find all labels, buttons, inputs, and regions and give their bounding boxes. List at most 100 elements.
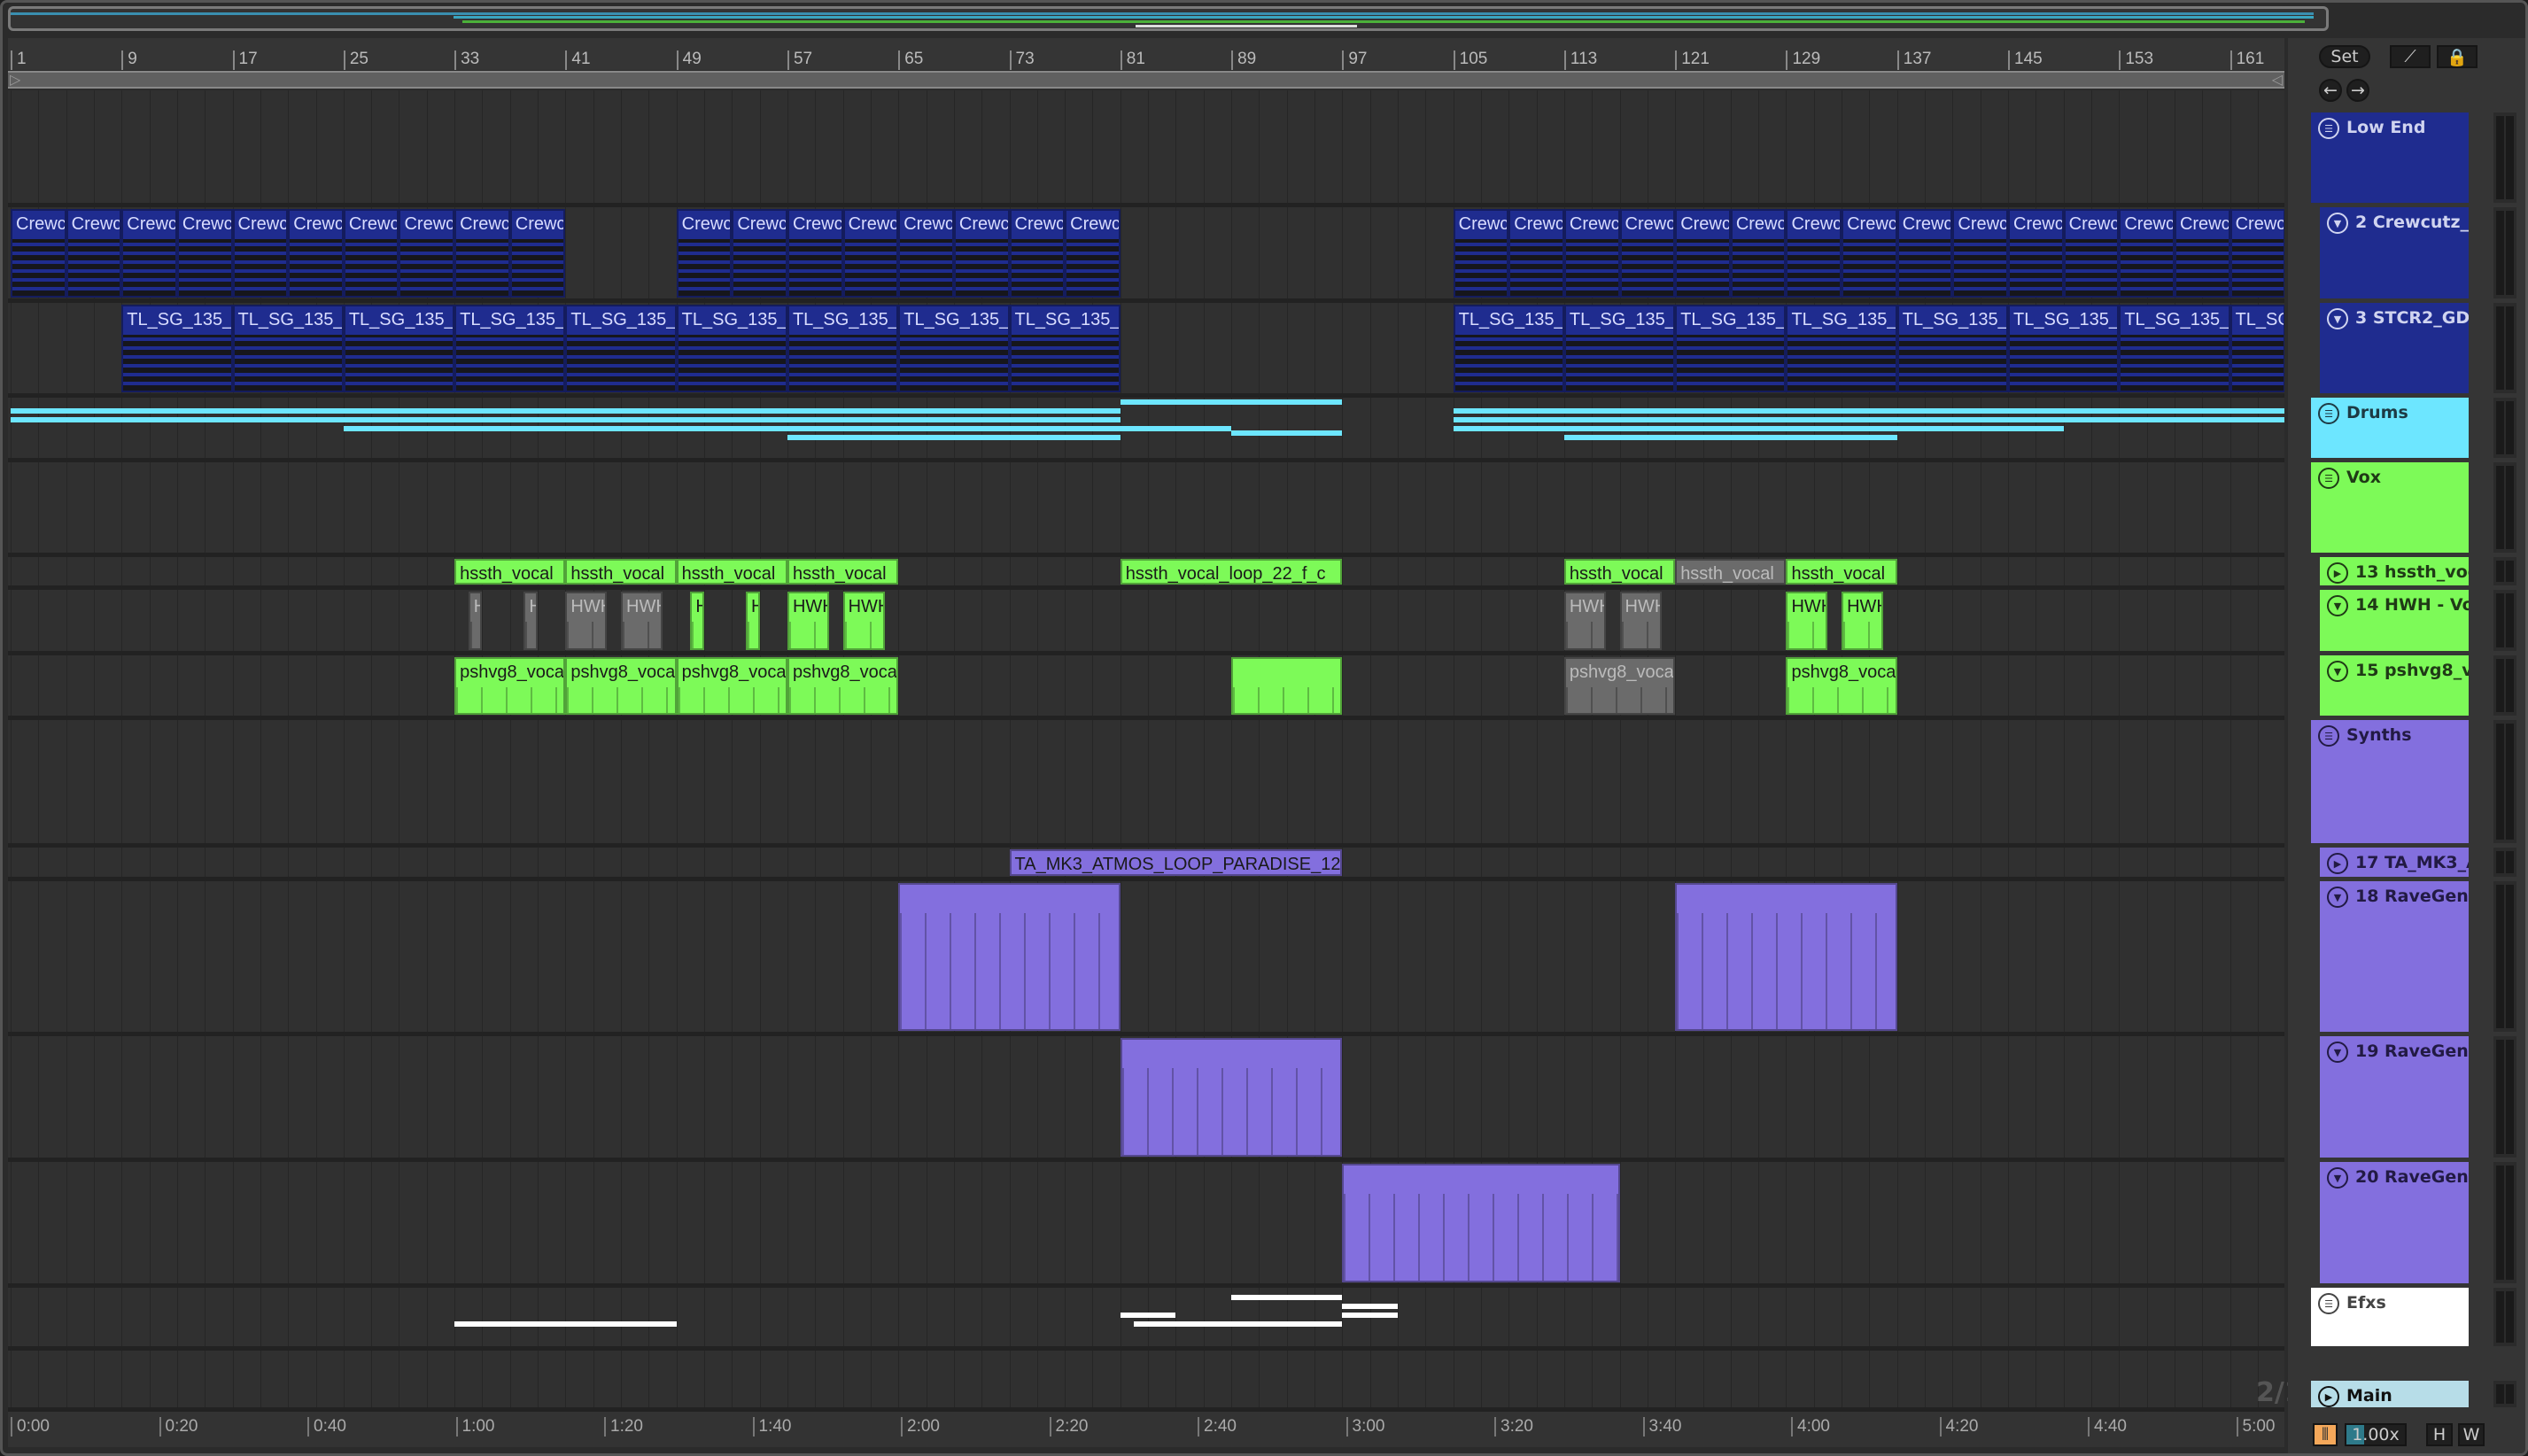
clip[interactable]: H	[468, 592, 483, 650]
group-fold-icon[interactable]: ☰	[2318, 725, 2339, 747]
track-header-crew[interactable]: ▼ 2 Crewcutz_V	[2320, 207, 2469, 298]
track-header-rave19[interactable]: ▼ 19 RaveGener	[2320, 1036, 2469, 1158]
clip[interactable]: Crewcutz_V	[1563, 209, 1620, 298]
clip[interactable]: pshvg8_voca	[565, 657, 677, 715]
w-button[interactable]: W	[2458, 1423, 2485, 1446]
clip[interactable]: Crewcutz_V	[1453, 209, 1509, 298]
clip[interactable]	[1563, 435, 1897, 440]
clip[interactable]: TL_SG_135_	[787, 305, 899, 392]
clip[interactable]	[1453, 426, 2064, 431]
clip[interactable]	[787, 435, 1121, 440]
clip[interactable]: Crewcutz_V	[509, 209, 566, 298]
clip[interactable]: TL_SG_135_	[454, 305, 566, 392]
fold-toggle-icon[interactable]: ▼	[2327, 887, 2348, 908]
clip[interactable]: Crewcutz_V	[454, 209, 510, 298]
back-button[interactable]: ←	[2319, 79, 2342, 102]
clip[interactable]: Crewcutz_V	[1065, 209, 1121, 298]
clip[interactable]: TL_SG_135_	[565, 305, 677, 392]
track-header-main[interactable]: ▶ Main	[2311, 1381, 2469, 1407]
track-lane-rave20[interactable]	[8, 1162, 2284, 1288]
track-header-stcr[interactable]: ▼ 3 STCR2_GDV_	[2320, 303, 2469, 393]
clip[interactable]	[1120, 1313, 1176, 1318]
clip[interactable]: Crewcutz_V	[2229, 209, 2284, 298]
clip[interactable]	[1231, 657, 1343, 715]
clip[interactable]: hssth_vocal	[565, 559, 677, 585]
clip[interactable]: H	[690, 592, 704, 650]
fold-toggle-icon[interactable]: ▼	[2327, 1167, 2348, 1189]
clip[interactable]: hssth_vocal	[1675, 559, 1787, 585]
group-fold-icon[interactable]: ☰	[2318, 1293, 2339, 1314]
arrangement-overview[interactable]	[8, 6, 2329, 31]
clip[interactable]: Crewcutz_V	[2174, 209, 2230, 298]
clip[interactable]: Crewcutz_V	[1952, 209, 2009, 298]
clip[interactable]: Crewcutz_V	[66, 209, 122, 298]
fold-toggle-icon[interactable]: ▼	[2327, 661, 2348, 682]
clip[interactable]	[1120, 1038, 1343, 1157]
bar-ruler[interactable]: 1 9 17 25 33 41 49 57 65 73 81 89 97 105 113 121 129 137 1…	[8, 38, 2284, 70]
clip[interactable]: HWH	[1619, 592, 1662, 650]
arrangement-lanes[interactable]: Crewcutz_VCrewcutz_VCrewcutz_VCrewcutz_V…	[8, 90, 2284, 1412]
clip[interactable]	[1342, 1164, 1620, 1282]
clip[interactable]	[1453, 408, 2284, 414]
clip[interactable]	[1342, 1313, 1398, 1318]
clip[interactable]	[1231, 430, 1343, 436]
clip[interactable]: hssth_vocal	[1563, 559, 1676, 585]
set-button[interactable]: Set	[2319, 45, 2370, 68]
clip[interactable]: TA_MK3_ATMOS_LOOP_PARADISE_12	[1009, 849, 1343, 876]
track-lane-rave18[interactable]	[8, 881, 2284, 1036]
track-header-efxs[interactable]: ☰ Efxs	[2311, 1288, 2469, 1346]
clip[interactable]	[1134, 1321, 1343, 1327]
clip[interactable]: Crewcutz_V	[1786, 209, 1842, 298]
clip[interactable]: TL_SG_135_	[1453, 305, 1564, 392]
audio-waveform-toggle[interactable]: ⦀	[2313, 1423, 2338, 1446]
group-fold-icon[interactable]: ☰	[2318, 468, 2339, 489]
clip[interactable]: TL_SG_135_	[676, 305, 787, 392]
clip[interactable]: pshvg8_voca	[454, 657, 566, 715]
clip[interactable]: Crewcutz_V	[676, 209, 733, 298]
clip[interactable]: TL_SG_135_	[2008, 305, 2120, 392]
h-button[interactable]: H	[2426, 1423, 2453, 1446]
clip[interactable]: TL_SG_135_	[232, 305, 344, 392]
clip[interactable]: Crewcutz_V	[343, 209, 399, 298]
lock-button[interactable]: 🔒	[2437, 45, 2478, 68]
clip[interactable]: TL_SG_135_	[1563, 305, 1676, 392]
clip[interactable]: Crewcutz_V	[842, 209, 899, 298]
clip[interactable]: Crewcutz_V	[1508, 209, 1564, 298]
clip[interactable]: Crewcutz_V	[2063, 209, 2120, 298]
forward-button[interactable]: →	[2346, 79, 2369, 102]
clip[interactable]: TL_SG_135_	[1009, 305, 1121, 392]
clip[interactable]: TL_SG_135_	[1896, 305, 2009, 392]
track-lane-pshvg[interactable]	[8, 655, 2284, 720]
zoom-speed-field[interactable]: 1.00x	[2345, 1423, 2407, 1446]
loop-end-marker-icon[interactable]: ◁	[2272, 71, 2283, 88]
clip[interactable]: TL_SG_135_	[2119, 305, 2230, 392]
track-lane-vox[interactable]	[8, 462, 2284, 557]
clip[interactable]: HWH	[842, 592, 885, 650]
track-lane-main[interactable]	[8, 1381, 2284, 1412]
clip[interactable]: Crewcutz_V	[1009, 209, 1066, 298]
clip[interactable]: pshvg8_voca	[1786, 657, 1897, 715]
track-header-rave18[interactable]: ▼ 18 RaveGener	[2320, 881, 2469, 1032]
track-lane-lowend[interactable]	[8, 112, 2284, 207]
track-header-synths[interactable]: ☰ Synths	[2311, 720, 2469, 843]
fold-toggle-icon[interactable]: ▼	[2327, 213, 2348, 234]
track-header-rave20[interactable]: ▼ 20 RaveGener	[2320, 1162, 2469, 1283]
clip[interactable]: Crewcutz_V	[1896, 209, 1953, 298]
clip[interactable]: Crewcutz_V	[787, 209, 843, 298]
clip[interactable]: pshvg8_voca	[676, 657, 787, 715]
clip[interactable]	[1231, 1295, 1343, 1300]
clip[interactable]: Crewcutz_V	[1675, 209, 1731, 298]
clip[interactable]: TL_SG_135_	[1786, 305, 1897, 392]
clip[interactable]: HWH	[621, 592, 663, 650]
clip[interactable]: pshvg8_voca	[1563, 657, 1676, 715]
track-header-hssth[interactable]: ▶ 13 hssth_voca	[2320, 557, 2469, 585]
clip[interactable]: Crewcutz_V	[732, 209, 787, 298]
clip[interactable]: Crewcutz_V	[176, 209, 233, 298]
clip[interactable]: Crewcutz_V	[2008, 209, 2064, 298]
expand-toggle-icon[interactable]: ▶	[2318, 1386, 2339, 1407]
loop-brace-bar[interactable]: ▷ ◁	[8, 71, 2284, 89]
group-fold-icon[interactable]: ☰	[2318, 118, 2339, 139]
clip[interactable]: HWH	[787, 592, 829, 650]
clip[interactable]: HWH	[565, 592, 608, 650]
clip[interactable]	[11, 417, 1121, 422]
